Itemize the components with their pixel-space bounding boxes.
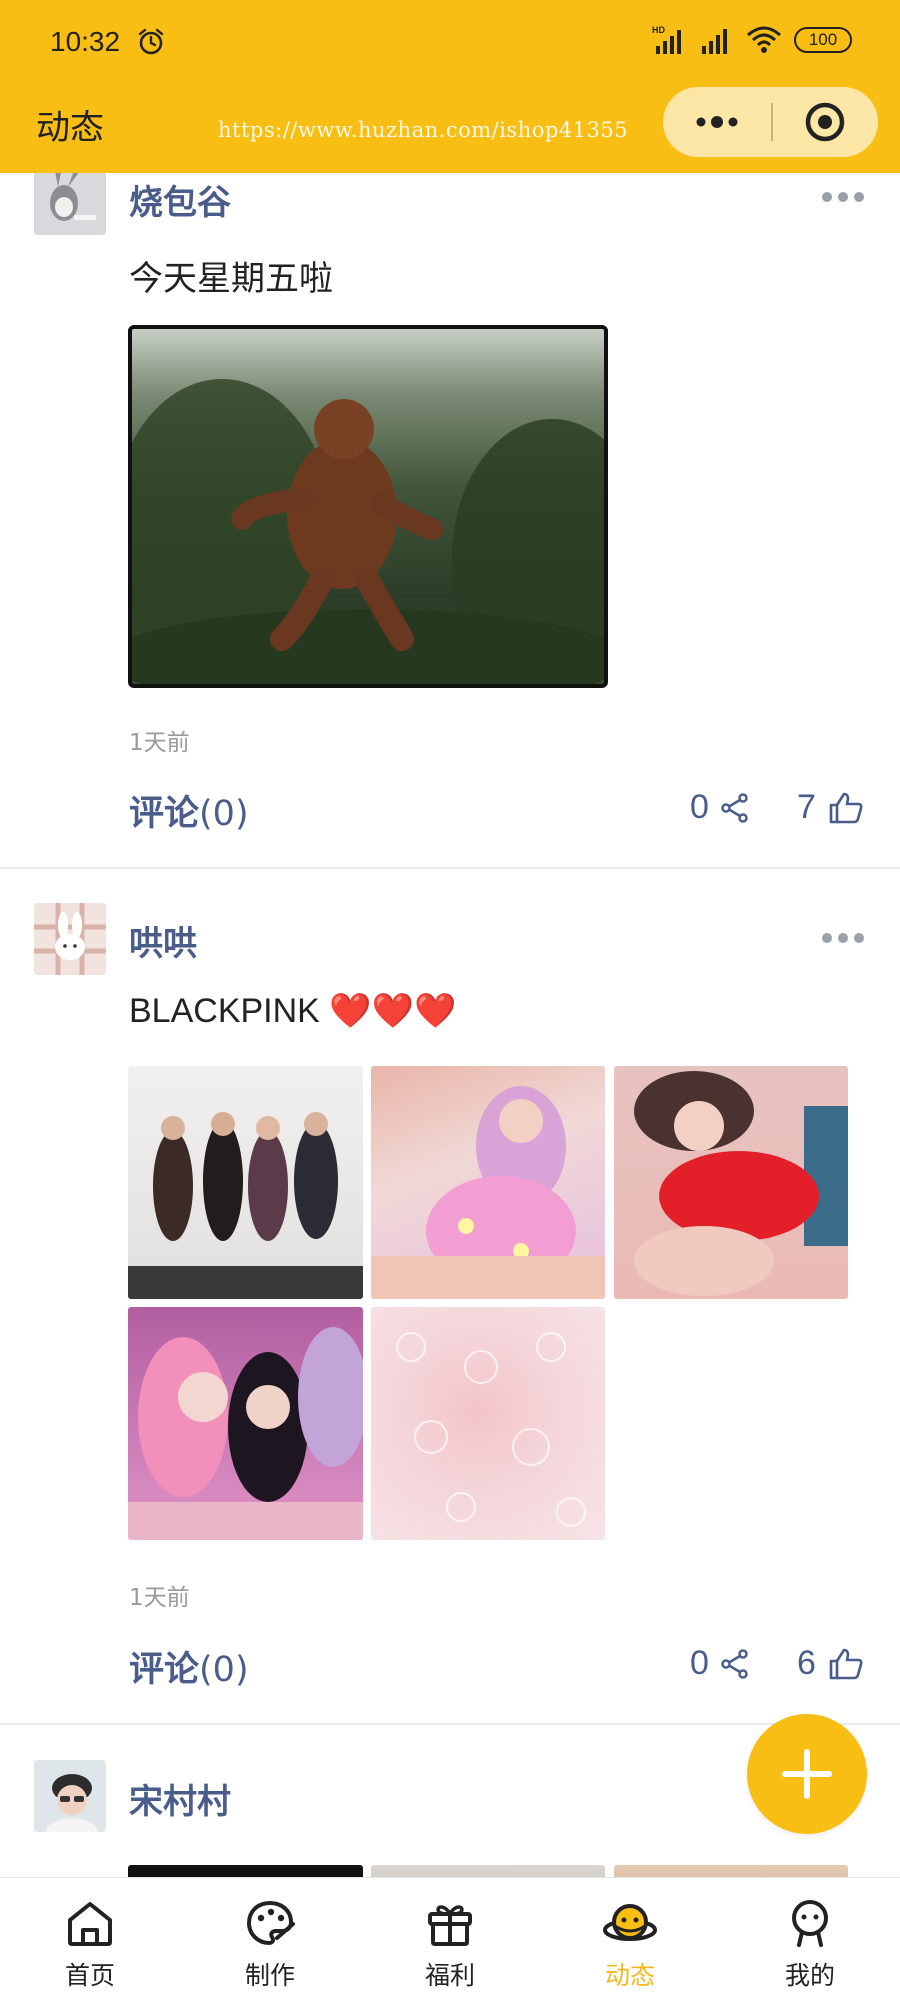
thumbs-up-icon (829, 1648, 863, 1679)
rabbit-avatar-image (34, 903, 106, 975)
pink-outfit-photo (371, 1086, 605, 1299)
post-divider (0, 867, 900, 869)
comment-label: 评论 (129, 794, 200, 834)
tab-label: 首页 (64, 1961, 115, 1990)
tab-home[interactable]: 首页 (0, 1878, 180, 2000)
pink-stage-photo (128, 1327, 363, 1540)
share-count: 0 (690, 788, 709, 826)
app-header: 10:32 HD 100 动态 https://www.huzhan.com/i… (0, 0, 900, 173)
group-photo (128, 1112, 363, 1299)
comment-count: (0) (199, 794, 249, 834)
person-avatar-image (34, 1760, 106, 1832)
like-count: 6 (797, 1644, 816, 1682)
palette-icon (247, 1901, 295, 1945)
post-image[interactable] (371, 1307, 605, 1540)
bunny-avatar-image (34, 163, 106, 235)
tab-label: 动态 (604, 1961, 655, 1990)
gift-icon (428, 1905, 472, 1946)
create-post-button[interactable] (747, 1714, 867, 1834)
like-count: 7 (797, 788, 816, 826)
watermark-text: https://www.huzhan.com/ishop41355 (218, 118, 629, 142)
svg-text:HD: HD (652, 25, 665, 35)
tab-make[interactable]: 制作 (180, 1878, 360, 2000)
status-icons: HD 100 (652, 24, 852, 56)
tab-moments[interactable]: 动态 (540, 1878, 720, 2000)
signal-icon (702, 29, 727, 54)
wifi-icon (747, 26, 781, 53)
hd-signal-icon: HD (652, 25, 681, 54)
comment-label: 评论 (129, 1650, 200, 1690)
post-timestamp: 1天前 (129, 730, 190, 756)
status-time: 10:32 (50, 26, 121, 57)
tab-label: 我的 (784, 1961, 835, 1990)
username[interactable]: 哄哄 (129, 916, 197, 965)
page-title: 动态 (36, 108, 104, 148)
red-outfit-photo (634, 1071, 848, 1296)
comment-button[interactable]: 评论(0) (129, 1641, 249, 1692)
comment-count: (0) (199, 1650, 249, 1690)
user-icon (792, 1900, 828, 1947)
share-count: 0 (690, 1644, 709, 1682)
tab-label: 福利 (424, 1961, 475, 1990)
more-options-icon[interactable] (820, 187, 866, 207)
username[interactable]: 宋村村 (129, 1774, 231, 1823)
mini-program-capsule (663, 87, 878, 157)
avatar[interactable] (34, 163, 106, 235)
share-button[interactable]: 0 (690, 788, 749, 827)
post-timestamp: 1天前 (129, 1585, 190, 1611)
more-options-icon[interactable] (820, 928, 866, 948)
username[interactable]: 烧包谷 (129, 175, 231, 224)
alarm-icon (138, 28, 164, 55)
like-button[interactable]: 7 (797, 788, 864, 827)
capsule-more-button[interactable] (663, 87, 771, 157)
plus-icon (782, 1749, 832, 1799)
post-image[interactable] (128, 1066, 363, 1299)
post-image[interactable] (128, 325, 608, 688)
orangutan-photo (132, 379, 604, 684)
post-image[interactable] (371, 1066, 605, 1299)
post-image[interactable] (128, 1307, 363, 1540)
comment-button[interactable]: 评论(0) (129, 785, 249, 836)
share-icon (721, 792, 748, 823)
more-dots-icon (696, 116, 738, 128)
like-button[interactable]: 6 (797, 1644, 864, 1683)
post-text: 今天星期五啦 (129, 260, 333, 298)
avatar[interactable] (34, 903, 106, 975)
battery-indicator: 100 (794, 27, 852, 53)
thumbs-up-icon (829, 792, 863, 823)
target-icon (805, 102, 844, 142)
share-button[interactable]: 0 (690, 1644, 749, 1683)
post-text: BLACKPINK ❤️❤️❤️ (129, 992, 457, 1030)
share-icon (721, 1648, 748, 1679)
tab-label: 制作 (244, 1961, 295, 1990)
avatar[interactable] (34, 1760, 106, 1832)
tab-benefits[interactable]: 福利 (360, 1878, 540, 2000)
planet-icon (603, 1904, 657, 1941)
post-image[interactable] (614, 1066, 848, 1299)
tab-mine[interactable]: 我的 (720, 1878, 900, 2000)
bottom-tab-bar: 首页 制作 福利 动态 我的 (0, 1877, 900, 2000)
post-divider (0, 1723, 900, 1725)
capsule-close-button[interactable] (771, 87, 878, 157)
home-icon (68, 1902, 112, 1946)
bubble-texture-photo (396, 1332, 586, 1527)
